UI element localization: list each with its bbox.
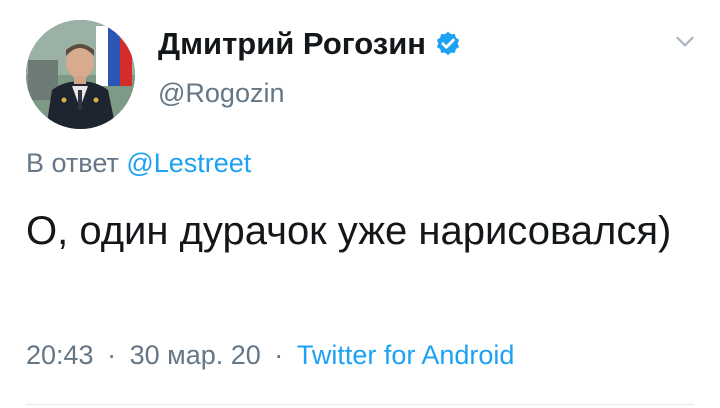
reply-context: В ответ @Lestreet [26, 148, 251, 179]
tweet: Дмитрий Рогозин @Rogozin В ответ @Lestre… [0, 0, 720, 408]
avatar-image [26, 20, 135, 129]
author-display-name[interactable]: Дмитрий Рогозин [158, 26, 462, 62]
meta-separator: · [107, 340, 117, 370]
chevron-down-icon[interactable] [672, 28, 698, 54]
tweet-source-link[interactable]: Twitter for Android [297, 340, 515, 370]
divider [26, 404, 694, 405]
author-handle[interactable]: @Rogozin [158, 78, 284, 109]
tweet-time[interactable]: 20:43 [26, 340, 94, 370]
verified-badge-icon [434, 30, 462, 58]
tweet-date[interactable]: 30 мар. 20 [130, 340, 261, 370]
display-name-text: Дмитрий Рогозин [158, 26, 426, 61]
avatar[interactable] [26, 20, 135, 129]
tweet-meta: 20:43 · 30 мар. 20 · Twitter for Android [26, 340, 514, 371]
meta-separator: · [274, 340, 284, 370]
reply-mention-link[interactable]: @Lestreet [126, 148, 251, 178]
reply-prefix: В ответ [26, 148, 119, 178]
tweet-text: О, один дурачок уже нарисовался) [26, 209, 672, 253]
